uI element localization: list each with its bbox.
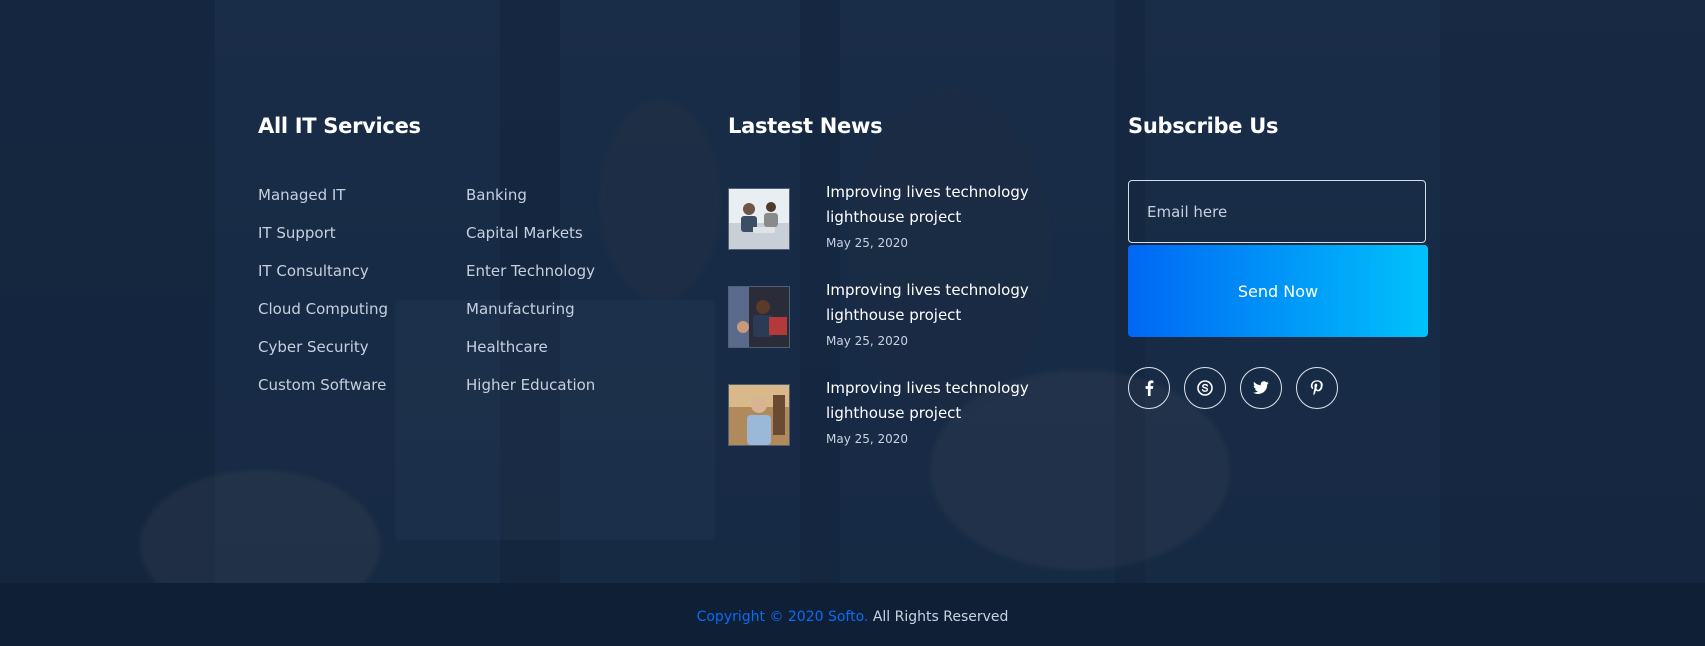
- copyright-rights: All Rights Reserved: [868, 609, 1009, 625]
- copyright-text: Copyright © 2020 Softo. All Rights Reser…: [0, 609, 1705, 625]
- email-input[interactable]: [1128, 180, 1426, 243]
- news-heading: Lastest News: [728, 114, 883, 138]
- pinterest-link[interactable]: [1296, 367, 1338, 409]
- pinterest-icon: [1310, 380, 1323, 396]
- news-thumbnail[interactable]: [728, 286, 790, 348]
- service-link[interactable]: IT Consultancy: [258, 262, 388, 300]
- news-item: Improving lives technology lighthouse pr…: [728, 379, 1048, 446]
- service-link[interactable]: Manufacturing: [466, 300, 595, 338]
- services-list-col1: Managed IT IT Support IT Consultancy Clo…: [258, 186, 388, 414]
- service-link[interactable]: IT Support: [258, 224, 388, 262]
- twitter-icon: [1253, 381, 1269, 394]
- news-thumbnail[interactable]: [728, 188, 790, 250]
- skype-icon: [1197, 380, 1213, 396]
- news-date: May 25, 2020: [826, 432, 909, 446]
- service-link[interactable]: Higher Education: [466, 376, 595, 414]
- news-title-link[interactable]: Improving lives technology lighthouse pr…: [826, 278, 1056, 328]
- send-button-wrap: Send Now: [1128, 245, 1428, 337]
- social-facebook: [1128, 367, 1170, 409]
- service-link[interactable]: Managed IT: [258, 186, 388, 224]
- subscribe-heading: Subscribe Us: [1128, 114, 1279, 138]
- copyright-brand-link[interactable]: Copyright © 2020 Softo.: [697, 609, 869, 625]
- news-item: Improving lives technology lighthouse pr…: [728, 183, 1048, 250]
- send-now-button[interactable]: Send Now: [1128, 245, 1428, 337]
- news-date: May 25, 2020: [826, 236, 909, 250]
- social-skype: [1184, 367, 1226, 409]
- facebook-link[interactable]: [1128, 367, 1170, 409]
- social-pinterest: [1296, 367, 1338, 409]
- service-link[interactable]: Cloud Computing: [258, 300, 388, 338]
- service-link[interactable]: Enter Technology: [466, 262, 595, 300]
- service-link[interactable]: Custom Software: [258, 376, 388, 414]
- news-title-link[interactable]: Improving lives technology lighthouse pr…: [826, 376, 1056, 426]
- social-twitter: [1240, 367, 1282, 409]
- services-heading: All IT Services: [258, 114, 421, 138]
- twitter-link[interactable]: [1240, 367, 1282, 409]
- skype-link[interactable]: [1184, 367, 1226, 409]
- news-title-link[interactable]: Improving lives technology lighthouse pr…: [826, 180, 1056, 230]
- news-thumbnail[interactable]: [728, 384, 790, 446]
- service-link[interactable]: Cyber Security: [258, 338, 388, 376]
- services-list-col2: Banking Capital Markets Enter Technology…: [466, 186, 595, 414]
- copyright-bar: Copyright © 2020 Softo. All Rights Reser…: [0, 583, 1705, 646]
- footer-section: All IT Services Managed IT IT Support IT…: [0, 0, 1705, 583]
- service-link[interactable]: Capital Markets: [466, 224, 595, 262]
- news-date: May 25, 2020: [826, 334, 909, 348]
- news-item: Improving lives technology lighthouse pr…: [728, 281, 1048, 348]
- service-link[interactable]: Healthcare: [466, 338, 595, 376]
- service-link[interactable]: Banking: [466, 186, 595, 224]
- facebook-icon: [1145, 380, 1154, 396]
